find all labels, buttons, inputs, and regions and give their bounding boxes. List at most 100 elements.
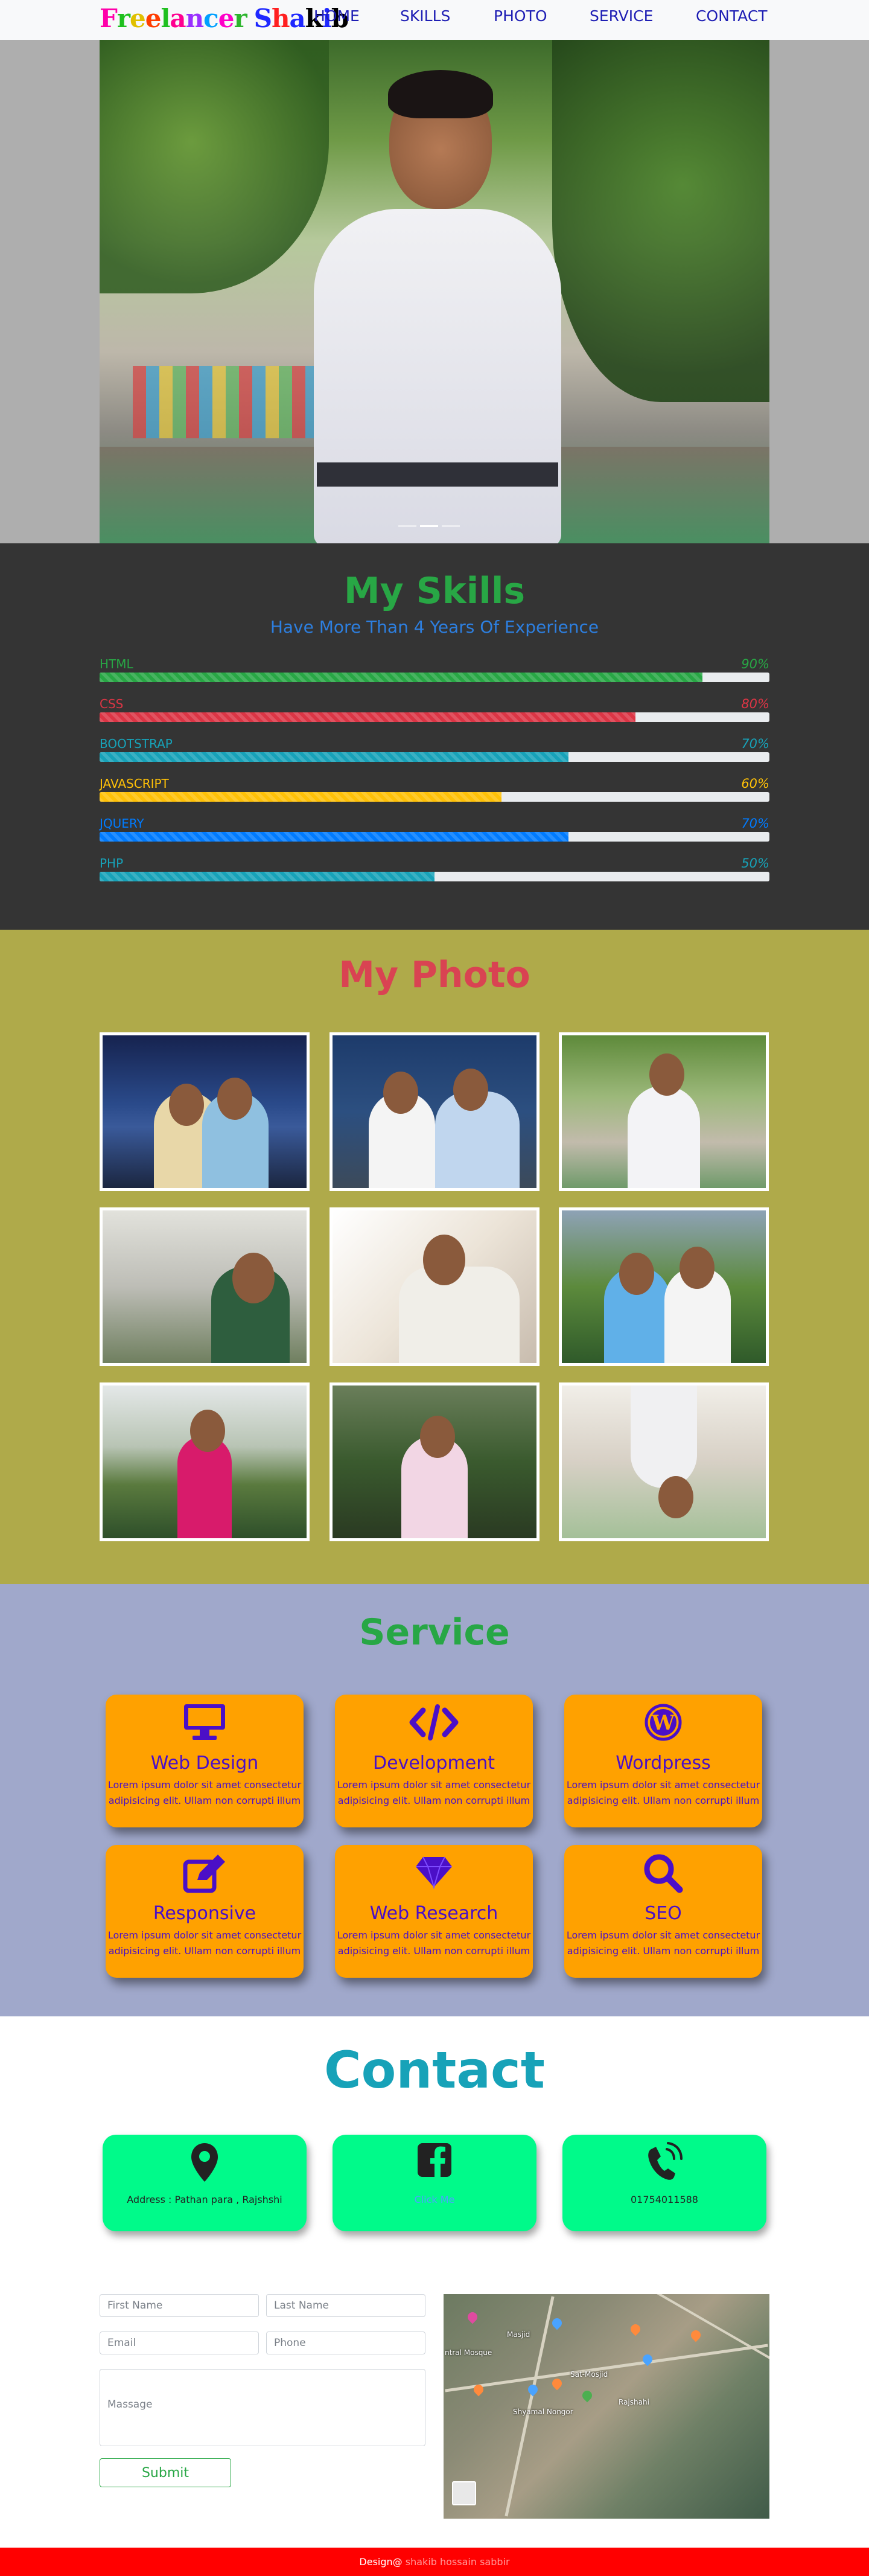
skills-section: My Skills Have More Than 4 Years Of Expe… xyxy=(0,543,869,930)
skill-label: JQUERY xyxy=(100,816,144,831)
gallery-photo[interactable] xyxy=(100,1207,310,1366)
brand-letter: l xyxy=(161,4,170,33)
skills-title: My Skills xyxy=(343,570,526,612)
carousel-indicators xyxy=(398,525,460,527)
monitor-icon xyxy=(106,1703,304,1745)
skill-percent: 70% xyxy=(741,816,769,831)
gallery-photo[interactable] xyxy=(559,1382,769,1541)
progress-fill xyxy=(100,712,635,722)
brand-logo[interactable]: Freelancer Shakib xyxy=(100,4,349,33)
skill-percent: 90% xyxy=(741,657,769,671)
last-name-input[interactable] xyxy=(266,2294,425,2317)
service-card-title: SEO xyxy=(645,1903,682,1924)
service-card-web-design[interactable]: Web Design Lorem ipsum dolor sit amet co… xyxy=(106,1695,304,1827)
phone-input[interactable] xyxy=(266,2332,425,2354)
edit-icon xyxy=(106,1853,304,1896)
progress-fill xyxy=(100,673,702,682)
message-textarea[interactable] xyxy=(100,2369,425,2446)
service-card-wordpress[interactable]: W Wordpress Lorem ipsum dolor sit amet c… xyxy=(564,1695,762,1827)
map-label: ntral Mosque xyxy=(445,2348,492,2357)
service-card-text: Lorem ipsum dolor sit amet consectetur a… xyxy=(107,1929,302,1957)
progress-fill xyxy=(100,752,568,762)
svg-text:W: W xyxy=(651,1711,675,1735)
service-card-title: Development xyxy=(373,1753,495,1774)
footer-prefix: Design@ xyxy=(359,2556,403,2568)
map-control[interactable] xyxy=(452,2481,476,2505)
gallery-photo[interactable] xyxy=(329,1207,540,1366)
photo-title: My Photo xyxy=(339,954,530,996)
nav-link-contact[interactable]: CONTACT xyxy=(696,7,768,25)
hero-carousel-image xyxy=(100,40,769,543)
location-pin-icon xyxy=(103,2142,307,2184)
gallery-photo[interactable] xyxy=(559,1032,769,1191)
brand-letter: r xyxy=(116,4,130,33)
navbar: Freelancer Shakib HOME SKILLS PHOTO SERV… xyxy=(0,0,869,40)
footer-author-link[interactable]: shakib hossain sabbir xyxy=(406,2556,510,2568)
gallery-photo[interactable] xyxy=(559,1207,769,1366)
map-pin-icon[interactable] xyxy=(550,2316,564,2330)
skills-subtitle: Have More Than 4 Years Of Experience xyxy=(270,617,599,637)
embedded-map[interactable]: Masjid ntral Mosque Shyamal Nongor Rajsh… xyxy=(444,2294,769,2519)
skill-percent: 70% xyxy=(741,737,769,751)
map-label: Masjid xyxy=(507,2330,530,2339)
skill-javascript: JAVASCRIPT 60% xyxy=(100,776,769,802)
progress-fill xyxy=(100,872,434,881)
brand-letter: c xyxy=(203,4,219,33)
map-pin-icon[interactable] xyxy=(689,2328,703,2342)
email-input[interactable] xyxy=(100,2332,259,2354)
skill-html: HTML 90% xyxy=(100,657,769,682)
service-card-text: Lorem ipsum dolor sit amet consectetur a… xyxy=(337,1929,531,1957)
contact-section: Contact Address : Pathan para , Rajshshi… xyxy=(0,2016,869,2548)
first-name-input[interactable] xyxy=(100,2294,259,2317)
skill-bootstrap: BOOTSTRAP 70% xyxy=(100,737,769,762)
service-card-seo[interactable]: SEO Lorem ipsum dolor sit amet consectet… xyxy=(564,1845,762,1978)
map-pin-icon[interactable] xyxy=(526,2382,540,2397)
carousel-indicator[interactable] xyxy=(442,525,460,527)
brand-letter: h xyxy=(271,4,290,33)
brand-letter: n xyxy=(185,4,205,33)
gallery-photo[interactable] xyxy=(329,1032,540,1191)
service-card-text: Lorem ipsum dolor sit amet consectetur a… xyxy=(337,1779,531,1806)
map-pin-icon[interactable] xyxy=(550,2376,564,2391)
phone-icon xyxy=(562,2142,766,2184)
facebook-link[interactable]: Click Me xyxy=(333,2194,536,2205)
contact-card-address: Address : Pathan para , Rajshshi xyxy=(103,2135,307,2231)
skill-percent: 60% xyxy=(741,776,769,791)
service-card-title: Responsive xyxy=(153,1903,256,1924)
map-pin-icon[interactable] xyxy=(628,2322,643,2336)
contact-card-facebook[interactable]: Click Me xyxy=(333,2135,536,2231)
skill-percent: 50% xyxy=(741,856,769,871)
progress-fill xyxy=(100,792,501,802)
progress-track xyxy=(100,673,769,682)
skill-label: PHP xyxy=(100,856,124,871)
map-label: Sat-Mosjid xyxy=(570,2370,608,2379)
progress-track xyxy=(100,872,769,881)
carousel-indicator-active[interactable] xyxy=(420,525,438,527)
nav-link-skills[interactable]: SKILLS xyxy=(400,7,450,25)
nav-link-service[interactable]: SERVICE xyxy=(590,7,653,25)
service-card-responsive[interactable]: Responsive Lorem ipsum dolor sit amet co… xyxy=(106,1845,304,1978)
map-label: Shyamal Nongor xyxy=(513,2408,573,2416)
carousel-indicator[interactable] xyxy=(398,525,416,527)
photo-section: My Photo xyxy=(0,930,869,1584)
brand-letter: e xyxy=(145,4,162,33)
nav-link-photo[interactable]: PHOTO xyxy=(494,7,547,25)
service-card-development[interactable]: Development Lorem ipsum dolor sit amet c… xyxy=(335,1695,533,1827)
gallery-photo[interactable] xyxy=(100,1032,310,1191)
skill-jquery: JQUERY 70% xyxy=(100,816,769,842)
skill-css: CSS 80% xyxy=(100,697,769,722)
address-text: Address : Pathan para , Rajshshi xyxy=(127,2194,282,2205)
gallery-photo[interactable] xyxy=(100,1382,310,1541)
contact-title: Contact xyxy=(324,2041,545,2100)
progress-fill xyxy=(100,832,568,842)
map-pin-icon[interactable] xyxy=(580,2388,594,2403)
search-icon xyxy=(564,1853,762,1896)
map-pin-icon[interactable] xyxy=(465,2310,480,2324)
brand-letter: a xyxy=(289,4,306,33)
submit-button[interactable]: Submit xyxy=(100,2458,231,2487)
service-section: Service Web Design Lorem ipsum dolor sit… xyxy=(0,1584,869,2016)
nav-link-home[interactable]: HOME xyxy=(314,7,360,25)
service-card-title: Wordpress xyxy=(616,1753,711,1774)
gallery-photo[interactable] xyxy=(329,1382,540,1541)
service-card-web-research[interactable]: Web Research Lorem ipsum dolor sit amet … xyxy=(335,1845,533,1978)
